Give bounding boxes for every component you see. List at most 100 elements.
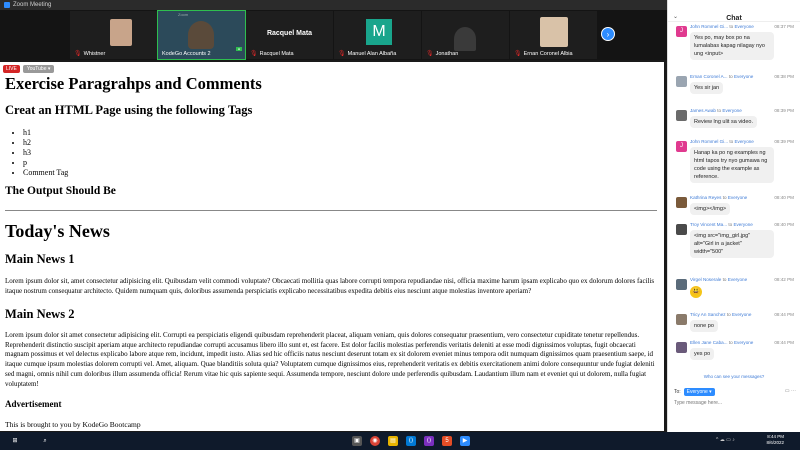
sender-name[interactable]: John Rommel Gi... [690, 24, 728, 29]
message-bubble: Yes sir jan [690, 82, 724, 94]
to-word: to [717, 108, 722, 113]
who-can-see-link[interactable]: Who can see your messages? [668, 374, 800, 379]
youtube-button[interactable]: YouTube ▾ [22, 65, 55, 73]
to-word: to [726, 312, 731, 317]
participant-tile[interactable]: 🎙 Jonathan [422, 11, 509, 59]
participant-tile[interactable]: 🎙 Ernan Coronel Albia [510, 11, 597, 59]
taskbar: ⊞ ⌕ ▣ ◉ ▤ ⟨⟩ ⟨⟩ 5 ▶ ^ ☁ ▭ ♪ 8:44 PM 8/6/… [0, 432, 800, 450]
muted-mic-icon: 🎙 [338, 51, 346, 57]
message-header: Virgel Noserale to Everyone 08:42 PM [690, 277, 797, 282]
next-participants-button[interactable]: › [601, 27, 615, 41]
message-bubble: Yes po, may box po na lumalabas kapag ni… [690, 32, 774, 60]
list-item: h1 [23, 128, 68, 138]
message-time: 08:39 PM [774, 139, 794, 144]
vscode-icon[interactable]: ⟨⟩ [406, 436, 416, 446]
message-header: Ernan Coronel A... to Everyone 08:38 PM [690, 74, 797, 79]
live-button[interactable]: LIVE [3, 65, 20, 73]
participant-name: 🎙 Whistner [74, 51, 106, 57]
to-word: to [729, 139, 734, 144]
chrome-icon[interactable]: ◉ [370, 436, 380, 446]
message-header: James Awab to Everyone 08:39 PM [690, 108, 797, 113]
footer-text: This is brought to you by KodeGo Bootcam… [5, 420, 141, 429]
participant-tile-active[interactable]: Zoom ● KodeGo Accounts 2 [157, 10, 246, 60]
muted-mic-icon: 🎙 [514, 51, 522, 57]
advertisement-heading: Advertisement [5, 399, 62, 409]
message-bubble: <img src="img_girl.jpg" alt="Girl in a j… [690, 230, 774, 258]
news1-title: Main News 1 [5, 252, 75, 266]
muted-mic-icon: 🎙 [250, 51, 258, 57]
list-item: p [23, 158, 68, 168]
recipient-name: Everyone [727, 195, 748, 200]
sender-name[interactable]: John Rommel Gi... [690, 139, 728, 144]
divider [5, 210, 657, 211]
windows-start-icon[interactable]: ⊞ [10, 436, 20, 446]
sender-avatar [676, 76, 687, 87]
sender-name[interactable]: Virgel Noserale [690, 277, 721, 282]
vscode-alt-icon[interactable]: ⟨⟩ [424, 436, 434, 446]
message-header: Kathrina Reyes to Everyone 08:40 PM [690, 195, 797, 200]
file-icon[interactable]: ▭ [785, 388, 790, 394]
zoom-app-icon[interactable]: ▶ [460, 436, 470, 446]
recipient-name: Everyone [733, 222, 753, 227]
muted-mic-icon: 🎙 [426, 51, 434, 57]
sender-name[interactable]: Ellen Jane Caba... [690, 340, 728, 345]
search-icon[interactable]: ⌕ [40, 436, 50, 446]
chat-header: ⌄ Chat [668, 0, 800, 22]
task-view-icon[interactable]: ▣ [352, 436, 362, 446]
sender-avatar [676, 197, 687, 208]
video-strip: 🎙 Whistner Zoom ● KodeGo Accounts 2 Racqu… [0, 10, 667, 60]
sender-avatar [676, 314, 687, 325]
system-tray-icons[interactable]: ^ ☁ ▭ ♪ [716, 437, 735, 443]
news-title: Today's News [5, 221, 110, 241]
to-word: to [729, 24, 734, 29]
participant-tile[interactable]: Racquel Mata 🎙 Racquel Mata [246, 11, 333, 59]
message-time: 08:44 PM [774, 312, 794, 317]
to-word: to [722, 277, 727, 282]
recipient-name: Everyone [734, 24, 754, 29]
zoom-logo-icon [4, 2, 10, 8]
html-editor-icon[interactable]: 5 [442, 436, 452, 446]
participant-tile[interactable]: 🎙 Whistner [70, 11, 157, 59]
page-subheading: Creat an HTML Page using the following T… [5, 103, 253, 117]
file-explorer-icon[interactable]: ▤ [388, 436, 398, 446]
message-time: 08:39 PM [774, 108, 794, 113]
taskbar-clock[interactable]: 8:44 PM 8/6/2022 [766, 434, 784, 446]
message-header: Troy Vincent Ma... to Everyone 08:40 PM [690, 222, 797, 227]
participant-avatar: M [366, 19, 392, 45]
sender-name[interactable]: Ernan Coronel A... [690, 74, 728, 79]
recipient-name: Everyone [734, 139, 754, 144]
sender-name[interactable]: Tricy An Sanchez [690, 312, 726, 317]
sender-name[interactable]: James Awab [690, 108, 716, 113]
window-titlebar: Zoom Meeting [0, 0, 667, 10]
browser-toolbar: LIVE YouTube ▾ [3, 65, 55, 73]
news2-title: Main News 2 [5, 307, 75, 321]
recipient-name: Everyone [731, 312, 752, 317]
participant-photo [110, 19, 132, 46]
chat-message-input[interactable] [674, 400, 794, 406]
message-bubble: Hanap ka po ng examples ng html tapos tr… [690, 147, 774, 183]
more-icon[interactable]: ⋯ [791, 388, 796, 394]
sender-name[interactable]: Troy Vincent Ma... [690, 222, 727, 227]
message-time: 08:37 PM [774, 24, 794, 29]
to-word: to [728, 222, 733, 227]
chat-tools: ▭ ⋯ [785, 388, 796, 394]
to-word: to [722, 195, 727, 200]
message-header: John Rommel Gi... to Everyone 08:39 PM [690, 139, 797, 144]
tag-list: h1 h2 h3 p Comment Tag [23, 128, 68, 178]
to-word: to [728, 340, 733, 345]
recipient-name: Everyone [727, 277, 748, 282]
chat-title: Chat [726, 15, 742, 22]
message-header: Ellen Jane Caba... to Everyone 08:44 PM [690, 340, 797, 345]
recipient-dropdown[interactable]: Everyone ▾ [683, 388, 715, 396]
sender-name[interactable]: Kathrina Reyes [690, 195, 721, 200]
sender-avatar: J [676, 26, 687, 37]
recipient-row: To: Everyone ▾ [674, 388, 715, 396]
to-word: to [728, 74, 733, 79]
list-item: h3 [23, 148, 68, 158]
sender-avatar [676, 342, 687, 353]
message-bubble: yes po [690, 348, 715, 360]
window-title: Zoom Meeting [13, 2, 52, 8]
message-time: 08:40 PM [774, 222, 794, 227]
participant-tile[interactable]: M 🎙 Manuel Alan Albaña [334, 11, 421, 59]
output-heading: The Output Should Be [5, 185, 116, 197]
